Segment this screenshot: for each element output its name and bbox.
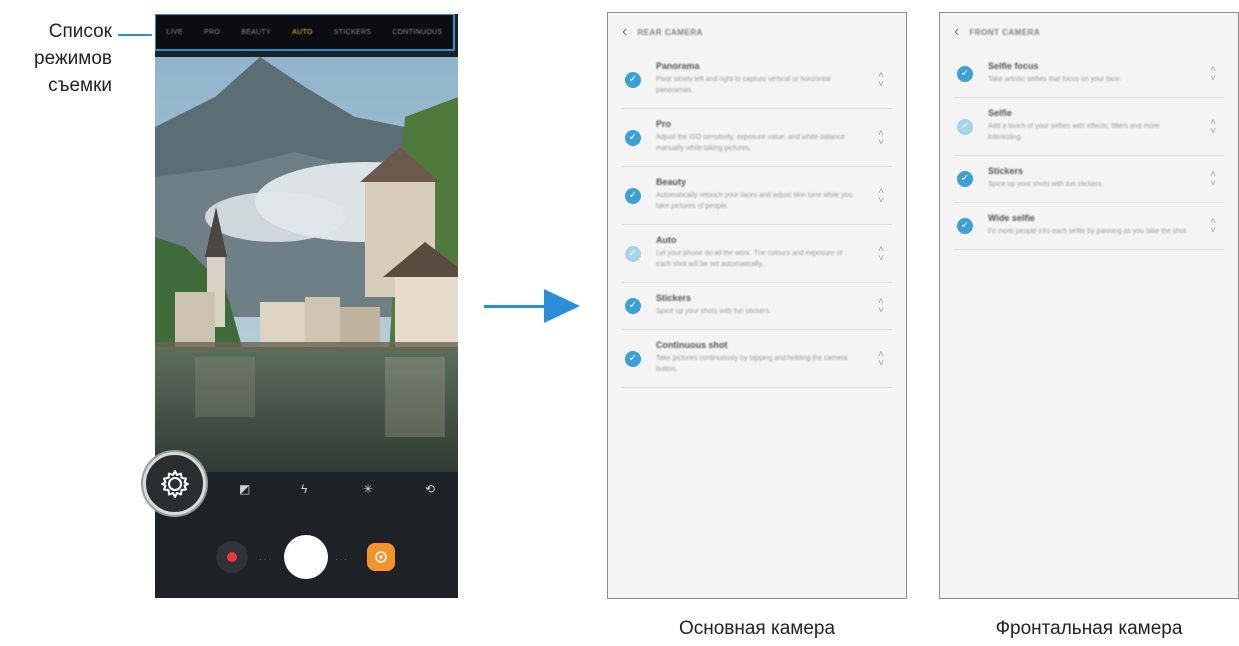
rear-camera-header: ‹ Rear camera <box>608 13 906 51</box>
switch-camera-icon[interactable]: ⟲ <box>425 482 435 496</box>
mode-title: Auto <box>656 235 677 245</box>
front-camera-screen: ‹ Front camera ✓ Selfie focus Take artisti… <box>939 12 1239 599</box>
mode-continuous[interactable]: Continuous <box>392 29 442 36</box>
back-arrow-icon[interactable]: ‹ <box>954 23 959 41</box>
front-camera-header: ‹ Front camera <box>940 13 1238 51</box>
record-button[interactable] <box>216 541 248 573</box>
callout-line-1: Список <box>48 21 112 42</box>
dots-right: ··· <box>335 555 349 564</box>
mode-row[interactable]: ✓ Selfie Add a touch of your selfies with … <box>954 98 1224 156</box>
mode-title: Selfie focus <box>988 61 1039 71</box>
rear-camera-caption: Основная камера <box>678 618 836 639</box>
settings-icon <box>160 469 189 498</box>
viewfinder-image <box>155 57 458 472</box>
dots-left: ··· <box>259 555 273 564</box>
mode-description: Take artistic selfies that focus on your… <box>988 76 1122 83</box>
reorder-handle-icon[interactable]: ˄ ˅ <box>876 244 886 263</box>
mode-description: Spice up your shots with fun stickers. <box>656 308 772 315</box>
reorder-handle-icon[interactable]: ˄ ˅ <box>876 297 886 316</box>
mode-pro[interactable]: Pro <box>204 29 220 36</box>
checkbox-checked-icon[interactable]: ✓ <box>625 350 641 367</box>
mode-row[interactable]: ✓ Wide selfie Fit more people into each se… <box>954 203 1224 250</box>
checkbox-checked-icon[interactable]: ✓ <box>625 187 641 204</box>
flash-off-icon[interactable]: ϟ <box>301 482 307 496</box>
mode-row[interactable]: ✓ Pro Adjust the ISO sensitivity, exposure… <box>622 109 892 167</box>
checkbox-checked-icon[interactable]: ✓ <box>625 71 641 88</box>
reorder-handle-icon[interactable]: ˄ ˅ <box>1208 170 1218 189</box>
hdr-icon[interactable]: ◩ <box>239 482 250 496</box>
mode-description: Fit more people into each selfie by pann… <box>988 228 1189 235</box>
checkbox-checked-icon[interactable]: ✓ <box>625 298 641 314</box>
mode-row[interactable]: ✓ Continuous shot Take pictures continuous… <box>622 330 892 388</box>
camera-preview-phone: Live Pro Beauty Auto Stickers Continuous <box>155 14 458 598</box>
mode-stickers[interactable]: Stickers <box>334 29 371 36</box>
mode-row[interactable]: ✓ Auto Let your phone do all the work. The… <box>622 225 892 283</box>
shutter-button[interactable] <box>284 535 328 579</box>
callout-pointer <box>118 34 152 36</box>
mode-description: Add a touch of your selfies with effects… <box>988 123 1160 141</box>
mode-title: Stickers <box>656 293 692 303</box>
back-arrow-icon[interactable]: ‹ <box>622 23 627 41</box>
mode-row[interactable]: ✓ Selfie focus Take artistic selfies that … <box>954 51 1224 98</box>
mode-list-callout: Список режимов съемки <box>0 18 112 99</box>
bixby-icon <box>375 551 387 563</box>
shooting-mode-list: Live Pro Beauty Auto Stickers Continuous <box>155 14 455 51</box>
checkbox-checked-icon[interactable]: ✓ <box>625 129 641 146</box>
mode-description: Pivot slowly left and right to capture v… <box>656 76 831 94</box>
front-camera-caption: Фронтальная камера <box>995 618 1183 639</box>
reorder-handle-icon[interactable]: ˄ ˅ <box>876 70 886 89</box>
mode-row[interactable]: ✓ Stickers Spice up your shots with fun st… <box>622 283 892 330</box>
mode-description: Spice up your shots with fun stickers. <box>988 181 1104 188</box>
mode-description: Take pictures continuously by tapping an… <box>656 355 848 373</box>
mode-title: Stickers <box>988 166 1024 176</box>
rear-mode-list: ✓ Panorama Pivot slowly left and right to … <box>608 51 906 388</box>
mode-row[interactable]: ✓ Stickers Spice up your shots with fun st… <box>954 156 1224 203</box>
reorder-handle-icon[interactable]: ˄ ˅ <box>876 186 886 205</box>
mode-auto[interactable]: Auto <box>292 29 313 36</box>
mode-description: Adjust the ISO sensitivity, exposure val… <box>656 134 845 152</box>
mode-row[interactable]: ✓ Beauty Automatically retouch your faces … <box>622 167 892 225</box>
mode-title: Panorama <box>656 61 700 71</box>
bixby-vision-button[interactable] <box>367 543 395 571</box>
screen-title: Rear camera <box>637 27 703 37</box>
reorder-handle-icon[interactable]: ˄ ˅ <box>1208 117 1218 136</box>
screen-title: Front camera <box>969 27 1041 37</box>
front-mode-list: ✓ Selfie focus Take artistic selfies that … <box>940 51 1238 250</box>
mode-title: Continuous shot <box>656 340 728 350</box>
capture-controls: ··· ··· <box>155 512 458 598</box>
record-icon <box>227 552 237 562</box>
checkbox-checked-icon[interactable]: ✓ <box>957 218 973 234</box>
arrow-shaft <box>484 305 546 308</box>
reorder-handle-icon[interactable]: ˄ ˅ <box>876 349 886 368</box>
checkbox-checked-icon[interactable]: ✓ <box>957 171 973 187</box>
reorder-handle-icon[interactable]: ˄ ˅ <box>1208 217 1218 236</box>
rear-camera-screen: ‹ Rear camera ✓ Panorama Pivot slowly left… <box>607 12 907 599</box>
callout-line-2: режимов <box>34 48 112 69</box>
mode-row[interactable]: ✓ Panorama Pivot slowly left and right to … <box>622 51 892 109</box>
viewfinder[interactable] <box>155 57 458 472</box>
checkbox-checked-icon[interactable]: ✓ <box>625 245 641 262</box>
mode-title: Wide selfie <box>988 213 1035 223</box>
filter-icon[interactable]: ✳ <box>363 482 373 496</box>
mode-title: Pro <box>656 119 672 129</box>
mode-title: Selfie <box>988 108 1013 118</box>
mode-description: Let your phone do all the work. The colo… <box>656 250 843 268</box>
mode-title: Beauty <box>656 177 687 187</box>
checkbox-checked-icon[interactable]: ✓ <box>957 118 973 135</box>
arrow-head <box>544 289 580 323</box>
settings-button[interactable] <box>143 452 206 515</box>
reorder-handle-icon[interactable]: ˄ ˅ <box>1208 65 1218 84</box>
mode-live[interactable]: Live <box>167 29 183 36</box>
checkbox-checked-icon[interactable]: ✓ <box>957 66 973 82</box>
reorder-handle-icon[interactable]: ˄ ˅ <box>876 128 886 147</box>
mode-beauty[interactable]: Beauty <box>241 29 271 36</box>
mode-description: Automatically retouch your faces and adj… <box>656 192 853 210</box>
callout-line-3: съемки <box>48 75 112 96</box>
